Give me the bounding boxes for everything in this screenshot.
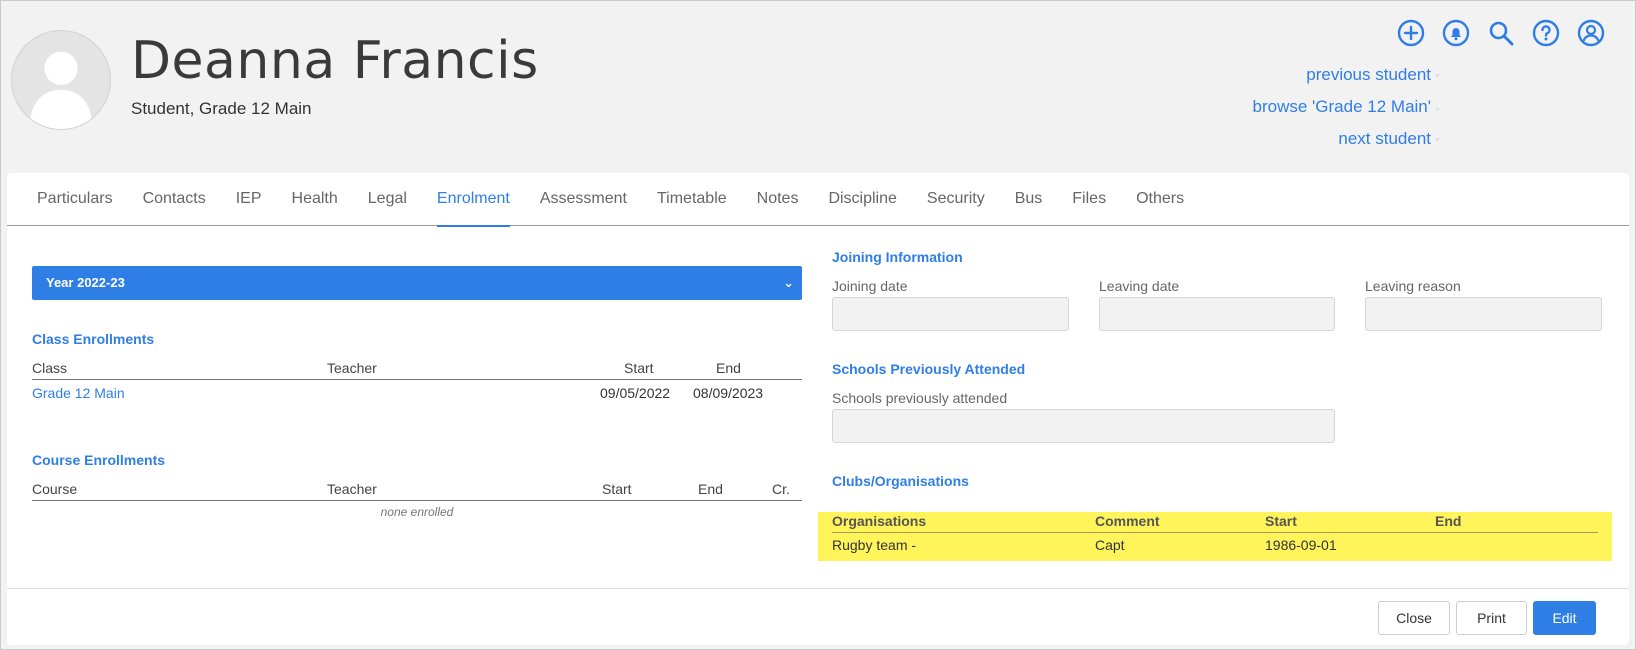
class-link[interactable]: Grade 12 Main: [32, 385, 125, 401]
course-enrollments-title: Course Enrollments: [32, 452, 166, 468]
table-row: Grade 12 Main 09/05/2022 08/09/2023: [32, 383, 802, 405]
column-end: End: [1435, 513, 1462, 529]
column-teacher: Teacher: [327, 481, 377, 497]
column-start: Start: [624, 360, 654, 376]
window-marker-icon: ▫: [1436, 105, 1439, 114]
avatar[interactable]: [11, 30, 111, 130]
schools-label: Schools previously attended: [832, 390, 1008, 406]
next-student-label: next student: [1338, 129, 1431, 148]
tab-security[interactable]: Security: [927, 173, 985, 226]
column-start: Start: [602, 481, 632, 497]
joining-date-label: Joining date: [832, 278, 908, 294]
previous-student-link[interactable]: previous student °: [1253, 61, 1439, 93]
column-end: End: [698, 481, 723, 497]
help-icon[interactable]: [1532, 19, 1560, 47]
previous-student-label: previous student: [1306, 65, 1431, 84]
student-name: Deanna Francis: [131, 31, 539, 91]
tab-timetable[interactable]: Timetable: [657, 173, 727, 226]
external-marker-icon: °: [1435, 73, 1439, 82]
clubs-table: Organisations Comment Start End Rugby te…: [818, 512, 1612, 561]
tab-iep[interactable]: IEP: [236, 173, 262, 226]
column-course: Course: [32, 481, 78, 497]
year-select-value: Year 2022-23: [46, 275, 125, 290]
column-end: End: [716, 360, 741, 376]
tab-bar: Particulars Contacts IEP Health Legal En…: [7, 173, 1629, 227]
person-silhouette-icon: [29, 51, 93, 129]
leaving-reason-field[interactable]: [1365, 297, 1602, 331]
tab-discipline[interactable]: Discipline: [828, 173, 896, 226]
browse-class-label: browse 'Grade 12 Main': [1252, 97, 1431, 116]
schools-title: Schools Previously Attended: [832, 361, 1026, 377]
tab-assessment[interactable]: Assessment: [540, 173, 627, 226]
edit-button[interactable]: Edit: [1533, 601, 1596, 635]
chevron-down-icon: ⌄: [783, 275, 794, 290]
empty-state: none enrolled: [380, 505, 454, 519]
column-credits: Cr.: [772, 481, 790, 497]
column-comment: Comment: [1095, 513, 1160, 529]
course-enrollments-header: Course Teacher Start End Cr.: [32, 479, 802, 501]
column-class: Class: [32, 360, 68, 376]
student-subtitle: Student, Grade 12 Main: [131, 99, 312, 118]
clubs-title: Clubs/Organisations: [832, 473, 969, 489]
leaving-date-label: Leaving date: [1099, 278, 1180, 294]
leaving-reason-label: Leaving reason: [1365, 278, 1461, 294]
add-icon[interactable]: [1397, 19, 1425, 47]
student-navigation: previous student ° browse 'Grade 12 Main'…: [1253, 61, 1439, 157]
class-enrollments-title: Class Enrollments: [32, 331, 155, 347]
column-start: Start: [1265, 513, 1297, 529]
column-teacher: Teacher: [327, 360, 377, 376]
table-row[interactable]: Rugby team - Capt 1986-09-01: [832, 536, 1598, 558]
tab-contacts[interactable]: Contacts: [143, 173, 206, 226]
tab-others[interactable]: Others: [1136, 173, 1184, 226]
class-enrollments-header: Class Teacher Start End: [32, 358, 802, 380]
cell-end: 08/09/2023: [693, 385, 764, 401]
clubs-header: Organisations Comment Start End: [832, 512, 1598, 533]
cell-start: 09/05/2022: [600, 385, 671, 401]
schools-field[interactable]: [832, 409, 1335, 443]
student-record-window: Deanna Francis Student, Grade 12 Main pr…: [0, 0, 1636, 650]
close-button[interactable]: Close: [1378, 601, 1450, 635]
tab-enrolment[interactable]: Enrolment: [436, 173, 510, 227]
account-icon[interactable]: [1577, 19, 1605, 47]
browse-class-link[interactable]: browse 'Grade 12 Main' ▫: [1253, 93, 1439, 125]
external-marker-icon: °: [1435, 137, 1439, 146]
joining-date-field[interactable]: [832, 297, 1069, 331]
joining-info-title: Joining Information: [832, 249, 963, 265]
cell-start: 1986-09-01: [1265, 537, 1337, 553]
tab-health[interactable]: Health: [292, 173, 338, 226]
tab-files[interactable]: Files: [1072, 173, 1106, 226]
tab-bus[interactable]: Bus: [1015, 173, 1043, 226]
year-select[interactable]: Year 2022-23 ⌄: [32, 266, 802, 300]
tab-notes[interactable]: Notes: [757, 173, 799, 226]
card-footer: Close Print Edit: [7, 588, 1629, 645]
record-card: Particulars Contacts IEP Health Legal En…: [7, 173, 1629, 645]
cell-organisation: Rugby team -: [832, 537, 917, 553]
next-student-link[interactable]: next student °: [1253, 125, 1439, 157]
print-button[interactable]: Print: [1456, 601, 1527, 635]
bell-icon[interactable]: [1442, 19, 1470, 47]
tab-particulars[interactable]: Particulars: [37, 173, 113, 226]
cell-comment: Capt: [1095, 537, 1125, 553]
column-organisations: Organisations: [832, 513, 927, 529]
search-icon[interactable]: [1487, 19, 1515, 47]
header-toolbar: [1397, 19, 1605, 47]
leaving-date-field[interactable]: [1099, 297, 1335, 331]
tab-legal[interactable]: Legal: [368, 173, 407, 226]
